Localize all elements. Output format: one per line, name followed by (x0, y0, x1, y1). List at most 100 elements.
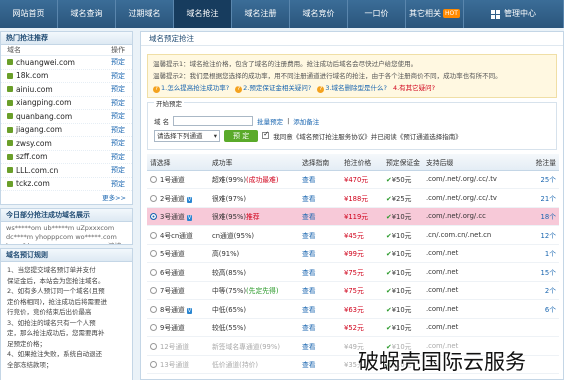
guide-cell[interactable]: 查看 (299, 225, 341, 245)
guide-cell[interactable]: 查看 (299, 244, 341, 263)
guide-link[interactable]: 查看 (302, 324, 316, 332)
hot-domain-text[interactable]: 18k.com (16, 71, 48, 80)
nav-label: 网站首页 (12, 9, 45, 18)
table-row[interactable]: 5号通道 高(91%) 查看 ¥99元 ✔¥10元 .com/.net 1个 (147, 244, 559, 263)
channel-cell[interactable]: 3号通道 V (147, 207, 209, 226)
channel-cell[interactable]: 6号通道 (147, 262, 209, 282)
table-row[interactable]: 9号通道 较低(55%) 查看 ¥52元 ✔¥10元 .com/.net (147, 318, 559, 337)
faq-link[interactable]: 2.预定保证金相关疑问? (243, 84, 311, 92)
channel-cell[interactable]: 4号cn通道 (147, 225, 209, 245)
channel-radio[interactable] (150, 213, 157, 221)
hot-domain-text[interactable]: chuangwei.com (16, 58, 75, 67)
table-row[interactable]: 7号通道 中等(75%)(先定先得) 查看 ¥75元 ✔¥10元 .com/.net 2个 (147, 281, 559, 300)
reserve-link[interactable]: 预定 (111, 152, 125, 162)
reserve-link[interactable]: 预定 (111, 111, 125, 121)
guide-cell[interactable]: 查看 (299, 188, 341, 208)
nav-item-7[interactable]: 其它相关 HOT (406, 0, 464, 28)
channel-cell[interactable]: 8号通道 V (147, 299, 209, 319)
nav-item-1[interactable]: 域名查询 (58, 0, 116, 28)
channel-radio[interactable] (150, 250, 157, 258)
notice-1: 温馨提示1：域名抢注价格，包含了域名的注册费用。抢注成功后域名会尽快过户给您使用… (153, 60, 418, 68)
channel-select[interactable]: 请选择下列通道 (154, 129, 220, 142)
channel-radio[interactable] (150, 361, 157, 369)
channel-cell[interactable]: 1号通道 (147, 170, 209, 189)
nav-label: 其它相关 (409, 9, 442, 18)
table-row[interactable]: 3号通道 V 很难(95%)推荐 查看 ¥119元 ✔¥10元 .com/.net/.org… (147, 207, 559, 226)
more-link[interactable]: 更多>> (1, 191, 132, 204)
guide-link[interactable]: 查看 (302, 213, 316, 221)
hot-badge: HOT (443, 9, 460, 18)
nav-item-2[interactable]: 过期域名 (116, 0, 174, 28)
batch-reserve-link[interactable]: 批量预定 (257, 116, 283, 126)
hot-domain-text[interactable]: tckz.com (16, 179, 50, 188)
guide-link[interactable]: 查看 (302, 250, 316, 258)
nav-item-0[interactable]: 网站首页 (0, 0, 58, 28)
guide-cell[interactable]: 查看 (299, 262, 341, 282)
faq-link[interactable]: 3.域名删除型是什么? (325, 84, 387, 92)
faq-link[interactable]: 1.怎么提高抢注成功率? (161, 84, 229, 92)
nav-item-5[interactable]: 域名竞价 (290, 0, 348, 28)
guide-link[interactable]: 查看 (302, 361, 316, 369)
reserve-link[interactable]: 预定 (111, 138, 125, 148)
hot-domain-text[interactable]: szff.com (16, 152, 47, 161)
hot-domain-text[interactable]: jiagang.com (16, 125, 62, 134)
hot-domain-text[interactable]: zwsy.com (16, 139, 52, 148)
reserve-link[interactable]: 预定 (111, 165, 125, 175)
channel-radio[interactable] (150, 324, 157, 332)
reserve-link[interactable]: 预定 (111, 84, 125, 94)
channel-radio[interactable] (150, 176, 157, 184)
hot-domain-text[interactable]: quanbang.com (16, 112, 72, 121)
guide-cell[interactable]: 查看 (299, 336, 341, 356)
channel-cell[interactable]: 12号通道 (147, 336, 209, 356)
hot-domain-text[interactable]: LLL.com.cn (16, 166, 58, 175)
reserve-link[interactable]: 预定 (111, 57, 125, 67)
domain-input[interactable] (173, 115, 254, 126)
agree-checkbox[interactable] (262, 130, 270, 139)
table-row[interactable]: 4号cn通道 cn通道(95%) 查看 ¥45元 ✔¥10元 .cn/.com.cn/.n… (147, 225, 559, 245)
channel-radio[interactable] (150, 305, 157, 313)
guide-link[interactable]: 查看 (302, 287, 316, 295)
guide-link[interactable]: 查看 (302, 343, 316, 351)
channel-cell[interactable]: 2号通道 V (147, 188, 209, 208)
channel-cell[interactable]: 5号通道 (147, 244, 209, 263)
other-question-link[interactable]: 4.有其它疑问? (393, 84, 435, 92)
hot-domain: ainiu.com (7, 85, 53, 94)
guide-cell[interactable]: 查看 (299, 281, 341, 300)
guide-link[interactable]: 查看 (302, 269, 316, 277)
table-row[interactable]: 8号通道 V 中低(65%) 查看 ¥63元 ✔¥10元 .com/.net 6个 (147, 299, 559, 319)
channel-radio[interactable] (150, 231, 157, 239)
guide-cell[interactable]: 查看 (299, 207, 341, 226)
reserve-link[interactable]: 预定 (111, 125, 125, 135)
reserve-link[interactable]: 预定 (111, 179, 125, 189)
nav-item-8[interactable]: 管理中心 (464, 0, 564, 28)
guide-cell[interactable]: 查看 (299, 318, 341, 337)
channel-radio[interactable] (150, 342, 157, 350)
guide-link[interactable]: 查看 (302, 176, 316, 184)
nav-item-3[interactable]: 域名抢注 (174, 0, 232, 28)
channel-cell[interactable]: 7号通道 (147, 281, 209, 300)
channel-radio[interactable] (150, 194, 157, 202)
guide-link[interactable]: 查看 (302, 306, 316, 314)
rate-cell: 中低(65%) (209, 299, 299, 319)
add-note-link[interactable]: 添加备注 (293, 116, 319, 126)
reserve-button[interactable]: 预 定 (224, 129, 259, 142)
table-row[interactable]: 1号通道 超难(99%)(成功最难) 查看 ¥470元 ✔¥50元 .com/.net/.… (147, 170, 559, 189)
guide-cell[interactable]: 查看 (299, 355, 341, 374)
channel-radio[interactable] (150, 287, 157, 295)
nav-item-6[interactable]: 一口价 (348, 0, 406, 28)
channel-cell[interactable]: 13号通道 (147, 355, 209, 374)
nav-item-4[interactable]: 域名注册 (232, 0, 290, 28)
channel-cell[interactable]: 9号通道 (147, 318, 209, 337)
reserve-link[interactable]: 预定 (111, 98, 125, 108)
table-row[interactable]: 2号通道 V 很难(97%) 查看 ¥188元 ✔¥25元 .com/.net/.org/.… (147, 188, 559, 208)
guide-cell[interactable]: 查看 (299, 299, 341, 319)
guide-link[interactable]: 查看 (302, 232, 316, 240)
hot-domain-text[interactable]: xiangping.com (16, 98, 71, 107)
hot-domain: zwsy.com (7, 139, 52, 148)
reserve-link[interactable]: 预定 (111, 71, 125, 81)
table-row[interactable]: 6号通道 较高(85%) 查看 ¥75元 ✔¥10元 .com/.net 15个 (147, 262, 559, 282)
channel-radio[interactable] (150, 268, 157, 276)
guide-cell[interactable]: 查看 (299, 170, 341, 189)
guide-link[interactable]: 查看 (302, 195, 316, 203)
hot-domain-text[interactable]: ainiu.com (16, 85, 53, 94)
